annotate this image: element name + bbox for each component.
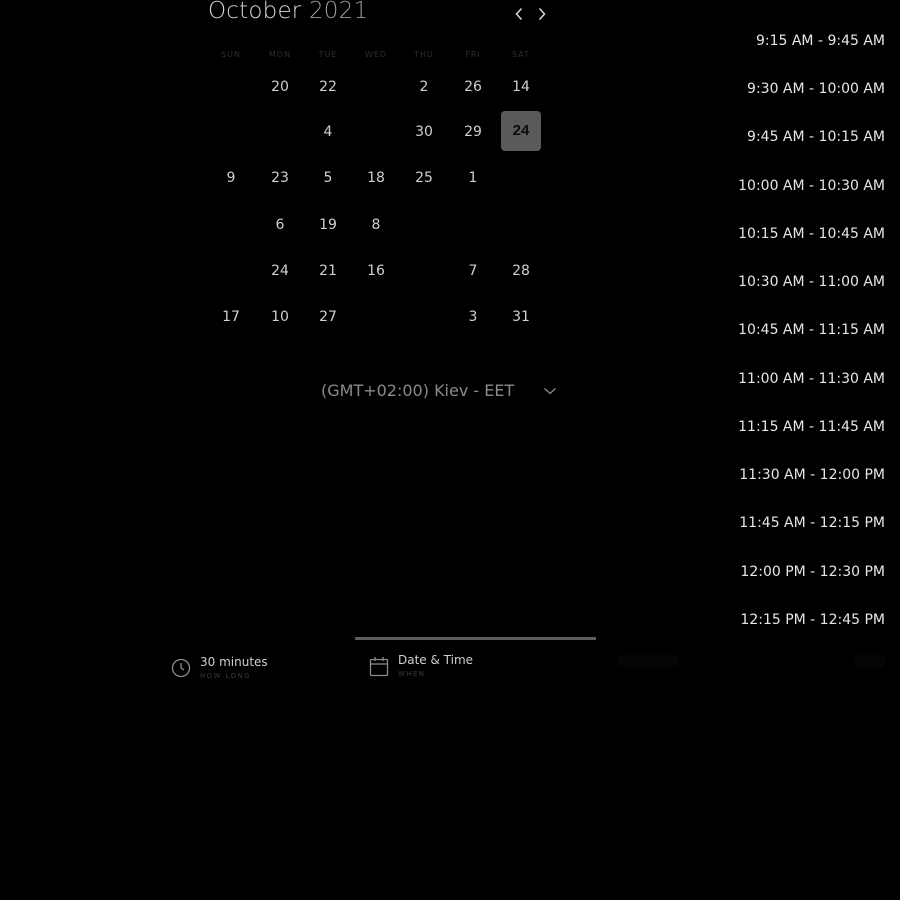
time-slot[interactable]: 11:00 AM - 11:30 AM: [738, 369, 885, 389]
calendar-day: [453, 205, 493, 245]
prev-month-button[interactable]: [509, 4, 529, 24]
calendar-day: [356, 297, 396, 337]
time-slot[interactable]: 11:15 AM - 11:45 AM: [738, 417, 885, 437]
weekday-tue: TUE: [318, 50, 338, 59]
chevron-left-icon: [515, 7, 523, 21]
calendar-day[interactable]: 9: [211, 158, 251, 198]
calendar-day[interactable]: 3: [453, 297, 493, 337]
calendar-day[interactable]: 2: [404, 67, 444, 107]
calendar-day: [404, 205, 444, 245]
time-slot[interactable]: 9:30 AM - 10:00 AM: [747, 79, 885, 99]
step-duration-sub: HOW LONG: [200, 672, 251, 680]
calendar-day[interactable]: 17: [211, 297, 251, 337]
step-placeholder: [618, 655, 678, 667]
time-slot[interactable]: 11:45 AM - 12:15 PM: [739, 513, 885, 533]
weekday-thu: THU: [414, 50, 434, 59]
calendar-day[interactable]: 31: [501, 297, 541, 337]
calendar-day: [211, 112, 251, 152]
weekday-mon: MON: [268, 50, 292, 59]
calendar-day[interactable]: 22: [308, 67, 348, 107]
calendar-day[interactable]: 29: [453, 112, 493, 152]
active-step-indicator: [355, 637, 596, 640]
calendar-day-selected[interactable]: 24: [501, 111, 541, 151]
calendar-day[interactable]: 26: [453, 67, 493, 107]
chevron-down-icon: [544, 388, 556, 395]
next-month-button[interactable]: [532, 4, 552, 24]
time-slot[interactable]: 10:15 AM - 10:45 AM: [738, 224, 885, 244]
calendar-day: [211, 67, 251, 107]
time-slot[interactable]: 10:00 AM - 10:30 AM: [738, 176, 885, 196]
calendar-day[interactable]: 6: [260, 205, 300, 245]
calendar-day[interactable]: 23: [260, 158, 300, 198]
calendar-day: [211, 251, 251, 291]
calendar-month: October: [208, 0, 302, 24]
calendar-day: [404, 297, 444, 337]
chevron-right-icon: [538, 7, 546, 21]
clock-icon: [171, 658, 191, 678]
time-slot[interactable]: 12:15 PM - 12:45 PM: [740, 610, 885, 630]
weekday-sat: SAT: [512, 50, 530, 59]
calendar-day[interactable]: 5: [308, 158, 348, 198]
calendar-day[interactable]: 14: [501, 67, 541, 107]
calendar-day[interactable]: 16: [356, 251, 396, 291]
time-slot[interactable]: 9:45 AM - 10:15 AM: [747, 127, 885, 147]
calendar-day: [404, 251, 444, 291]
time-slot[interactable]: 10:45 AM - 11:15 AM: [738, 320, 885, 340]
calendar-day[interactable]: 7: [453, 251, 493, 291]
weekday-sun: SUN: [221, 50, 241, 59]
calendar-day[interactable]: 30: [404, 112, 444, 152]
calendar-day[interactable]: 24: [260, 251, 300, 291]
step-datetime-label: Date & Time: [398, 653, 474, 667]
calendar-day: [211, 205, 251, 245]
calendar-day[interactable]: 4: [308, 112, 348, 152]
step-duration[interactable]: 30 minutes HOW LONG: [171, 655, 321, 685]
step-date-time[interactable]: Date & Time WHEN: [369, 653, 519, 683]
step-datetime-sub: WHEN: [398, 670, 426, 678]
calendar-day: [260, 112, 300, 152]
calendar-title: October 2021: [208, 0, 368, 24]
calendar-day[interactable]: 25: [404, 158, 444, 198]
calendar-icon: [369, 657, 389, 677]
calendar-day[interactable]: 18: [356, 158, 396, 198]
calendar-day[interactable]: 20: [260, 67, 300, 107]
calendar-day: [356, 67, 396, 107]
timezone-value: (GMT+02:00) Kiev - EET: [321, 381, 515, 400]
step-duration-label: 30 minutes: [200, 655, 268, 669]
calendar-day[interactable]: 27: [308, 297, 348, 337]
weekday-wed: WED: [364, 50, 388, 59]
time-slot[interactable]: 12:00 PM - 12:30 PM: [740, 562, 885, 582]
time-slot[interactable]: 11:30 AM - 12:00 PM: [739, 465, 885, 485]
weekday-fri: FRI: [465, 50, 481, 59]
calendar-day[interactable]: 1: [453, 158, 493, 198]
scheduler-page: October 2021 SUN MON TUE WED THU FRI SAT…: [0, 0, 900, 900]
calendar-day[interactable]: 21: [308, 251, 348, 291]
timezone-select[interactable]: (GMT+02:00) Kiev - EET: [321, 380, 561, 404]
calendar-day: [501, 158, 541, 198]
step-placeholder: [855, 655, 885, 667]
calendar-day[interactable]: 19: [308, 205, 348, 245]
calendar-day[interactable]: 8: [356, 205, 396, 245]
time-slot[interactable]: 10:30 AM - 11:00 AM: [738, 272, 885, 292]
calendar-day[interactable]: 28: [501, 251, 541, 291]
calendar-year: 2021: [308, 0, 369, 24]
calendar-day[interactable]: 10: [260, 297, 300, 337]
time-slot[interactable]: 9:15 AM - 9:45 AM: [756, 31, 885, 51]
calendar-day: [501, 205, 541, 245]
calendar-day: [356, 112, 396, 152]
